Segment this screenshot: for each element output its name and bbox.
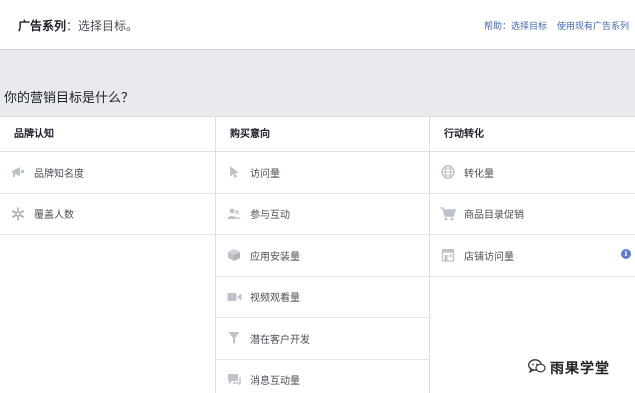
cart-icon — [440, 206, 456, 222]
top-bar: 广告系列：选择目标。 帮助：选择目标 使用现有广告系列 — [0, 0, 635, 50]
objective-label: 访问量 — [250, 168, 280, 180]
column-consideration: 购买意向 访问量 参与互动 应用安装量 视频观看量 潜在客户开发 消息互动量 — [215, 117, 429, 393]
objective-messages[interactable]: 消息互动量 — [216, 360, 429, 393]
objective-label: 覆盖人数 — [34, 210, 74, 222]
column-heading: 行动转化 — [430, 117, 635, 152]
funnel-icon — [226, 330, 242, 346]
objective-label: 视频观看量 — [250, 293, 300, 305]
objective-label: 品牌知名度 — [34, 168, 84, 180]
objective-label: 参与互动 — [250, 210, 290, 222]
megaphone-icon — [10, 164, 26, 180]
watermark: 雨果学堂 — [528, 358, 610, 378]
objective-label: 潜在客户开发 — [250, 334, 310, 346]
column-brand-awareness: 品牌认知 品牌知名度 覆盖人数 — [0, 117, 215, 393]
objective-traffic[interactable]: 访问量 — [216, 152, 429, 194]
help-link[interactable]: 帮助：选择目标 — [484, 22, 547, 32]
cursor-icon — [226, 164, 242, 180]
page-title-rest: ：选择目标。 — [66, 19, 139, 33]
column-heading: 品牌认知 — [0, 117, 215, 152]
objective-store-visits[interactable]: 店铺访问量 i — [430, 235, 635, 277]
objective-lead-generation[interactable]: 潜在客户开发 — [216, 318, 429, 360]
page-title: 广告系列：选择目标。 — [18, 17, 138, 34]
video-camera-icon — [226, 289, 242, 305]
objective-reach[interactable]: 覆盖人数 — [0, 194, 215, 235]
globe-icon — [440, 164, 456, 180]
objective-label: 消息互动量 — [250, 376, 300, 388]
objective-question: 你的营销目标是什么？ — [4, 91, 135, 106]
top-links: 帮助：选择目标 使用现有广告系列 — [484, 19, 629, 32]
chat-icon — [226, 372, 242, 388]
objective-engagement[interactable]: 参与互动 — [216, 194, 429, 235]
objective-panel: 品牌认知 品牌知名度 覆盖人数 购买意向 访问量 参与互动 应用安装量 视频观看… — [0, 116, 635, 393]
objective-label: 店铺访问量 — [464, 251, 514, 263]
objective-catalog-sales[interactable]: 商品目录促销 — [430, 194, 635, 235]
page-title-bold: 广告系列 — [18, 19, 67, 33]
objective-brand-awareness[interactable]: 品牌知名度 — [0, 152, 215, 194]
store-icon — [440, 247, 456, 263]
objective-app-installs[interactable]: 应用安装量 — [216, 235, 429, 277]
column-conversion: 行动转化 转化量 商品目录促销 店铺访问量 i — [429, 117, 635, 393]
people-icon — [226, 206, 242, 222]
objective-label: 应用安装量 — [250, 251, 300, 263]
info-icon[interactable]: i — [621, 249, 631, 259]
objective-label: 商品目录促销 — [464, 210, 524, 222]
column-heading: 购买意向 — [216, 117, 429, 152]
objective-label: 转化量 — [464, 168, 494, 180]
box-icon — [226, 247, 242, 263]
asterisk-icon — [10, 206, 26, 222]
wechat-icon — [528, 358, 546, 378]
objective-conversions[interactable]: 转化量 — [430, 152, 635, 194]
watermark-text: 雨果学堂 — [550, 361, 610, 377]
use-existing-campaign-link[interactable]: 使用现有广告系列 — [557, 22, 629, 32]
objective-video-views[interactable]: 视频观看量 — [216, 277, 429, 318]
